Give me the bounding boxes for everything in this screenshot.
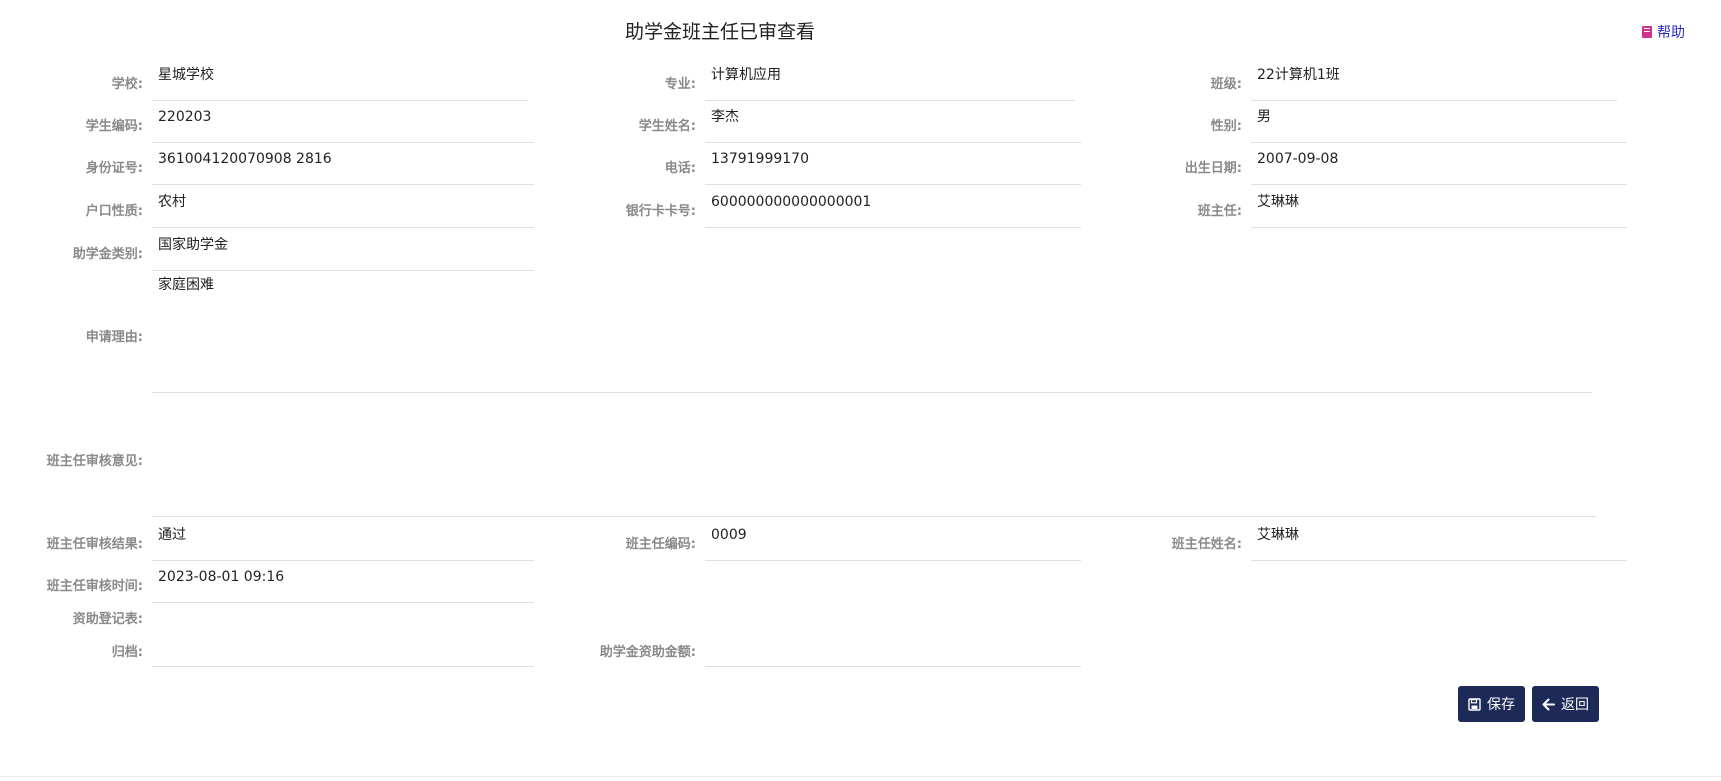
footer-divider <box>0 776 1721 777</box>
back-button[interactable]: 返回 <box>1532 686 1599 722</box>
head-teacher-label: 班主任: <box>1197 204 1242 219</box>
student-name-value: 李杰 <box>705 103 1081 143</box>
household-type-label: 户口性质: <box>85 204 143 219</box>
review-time-value: 2023-08-01 09:16 <box>152 563 534 603</box>
phone-value: 13791999170 <box>705 145 1081 185</box>
id-number-label: 身份证号: <box>85 161 143 176</box>
floppy-disk-icon <box>1468 697 1481 711</box>
teacher-name-value: 艾琳琳 <box>1251 521 1627 561</box>
gender-value: 男 <box>1251 103 1627 143</box>
class-label: 班级: <box>1210 77 1242 92</box>
teacher-name-label: 班主任姓名: <box>1171 537 1242 552</box>
bank-card-value: 600000000000000001 <box>705 188 1081 228</box>
review-result-value: 通过 <box>152 521 534 561</box>
class-value: 22计算机1班 <box>1251 61 1617 101</box>
birth-date-label: 出生日期: <box>1184 161 1242 176</box>
gender-label: 性别: <box>1210 119 1242 134</box>
school-value: 星城学校 <box>152 61 528 101</box>
school-label: 学校: <box>111 77 143 92</box>
back-label: 返回 <box>1561 697 1589 713</box>
teacher-code-value: 0009 <box>705 521 1081 561</box>
apply-reason-label: 申请理由: <box>85 330 143 345</box>
register-form-label: 资助登记表: <box>72 612 143 627</box>
phone-label: 电话: <box>664 161 696 176</box>
student-code-value: 220203 <box>152 103 534 143</box>
review-result-label: 班主任审核结果: <box>46 537 143 552</box>
id-number-value: 361004120070908 2816 <box>152 145 534 185</box>
student-name-label: 学生姓名: <box>638 119 696 134</box>
review-page: 助学金班主任已审查看 帮助 学校: 星城学校 专业: 计算机应用 班级: 22计… <box>0 0 1721 781</box>
help-link[interactable]: 帮助 <box>1642 22 1685 42</box>
major-value: 计算机应用 <box>705 61 1075 101</box>
teacher-opinion-text <box>152 396 1596 517</box>
teacher-code-label: 班主任编码: <box>625 537 696 552</box>
help-label: 帮助 <box>1657 25 1685 41</box>
teacher-opinion-label: 班主任审核意见: <box>46 454 143 469</box>
page-title: 助学金班主任已审查看 <box>624 21 815 43</box>
arrow-left-icon <box>1542 698 1555 710</box>
apply-reason-text: 家庭困难 <box>152 272 1592 393</box>
head-teacher-value: 艾琳琳 <box>1251 188 1627 228</box>
book-icon <box>1642 26 1652 38</box>
archive-label: 归档: <box>111 645 143 660</box>
household-type-value: 农村 <box>152 188 534 228</box>
grant-type-label: 助学金类别: <box>72 247 143 262</box>
review-time-label: 班主任审核时间: <box>46 579 143 594</box>
student-code-label: 学生编码: <box>85 119 143 134</box>
grant-type-value: 国家助学金 <box>152 231 534 271</box>
archive-value <box>152 627 534 667</box>
birth-date-value: 2007-09-08 <box>1251 145 1627 185</box>
grant-amount-label: 助学金资助金额: <box>599 645 696 660</box>
major-label: 专业: <box>664 77 696 92</box>
grant-amount-value <box>705 627 1081 667</box>
save-label: 保存 <box>1487 697 1515 713</box>
save-button[interactable]: 保存 <box>1458 686 1525 722</box>
bank-card-label: 银行卡卡号: <box>625 204 696 219</box>
